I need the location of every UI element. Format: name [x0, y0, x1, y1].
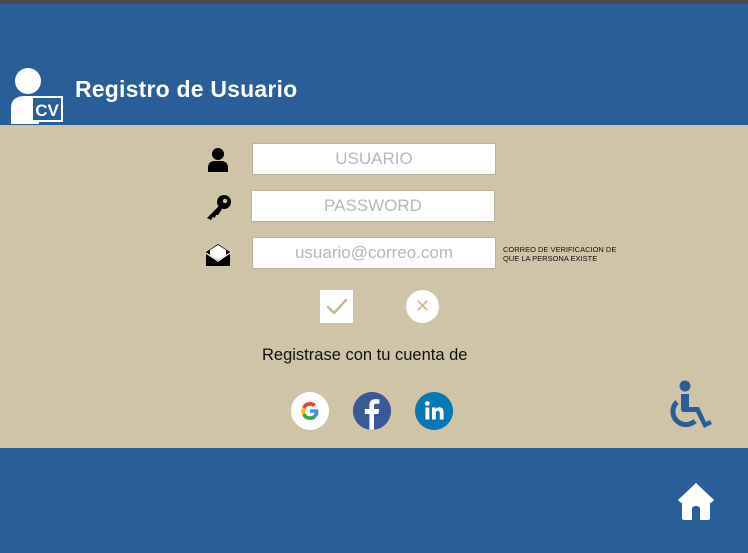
logo-text: CV — [35, 101, 59, 120]
wheelchair-icon[interactable] — [660, 378, 716, 434]
header-bar: CV — [0, 4, 748, 125]
email-note-text: CORREO DE VERIFICACION DE QUE LA PERSONA… — [503, 245, 617, 263]
username-input[interactable] — [252, 143, 496, 175]
email-verification-note: CORREO DE VERIFICACION DE QUE LA PERSONA… — [503, 245, 633, 263]
confirm-button[interactable] — [320, 290, 353, 323]
password-input[interactable] — [251, 190, 495, 222]
google-signin-button[interactable] — [291, 392, 329, 430]
envelope-icon — [205, 244, 231, 266]
user-icon — [208, 148, 228, 172]
cancel-button[interactable]: ✕ — [406, 290, 439, 323]
email-input[interactable] — [252, 237, 496, 269]
linkedin-icon — [415, 392, 453, 430]
facebook-icon — [353, 392, 391, 430]
page-title: Registro de Usuario — [75, 76, 298, 102]
facebook-signin-button[interactable] — [353, 392, 391, 430]
key-icon — [207, 195, 231, 220]
footer-bar — [0, 448, 748, 553]
close-icon: ✕ — [414, 296, 431, 317]
linkedin-signin-button[interactable] — [415, 392, 453, 430]
check-icon — [326, 298, 348, 315]
home-icon[interactable] — [676, 481, 716, 521]
social-register-label: Registrase con tu cuenta de — [262, 346, 468, 364]
cv-user-logo-icon: CV — [11, 68, 63, 124]
google-icon — [291, 392, 329, 430]
